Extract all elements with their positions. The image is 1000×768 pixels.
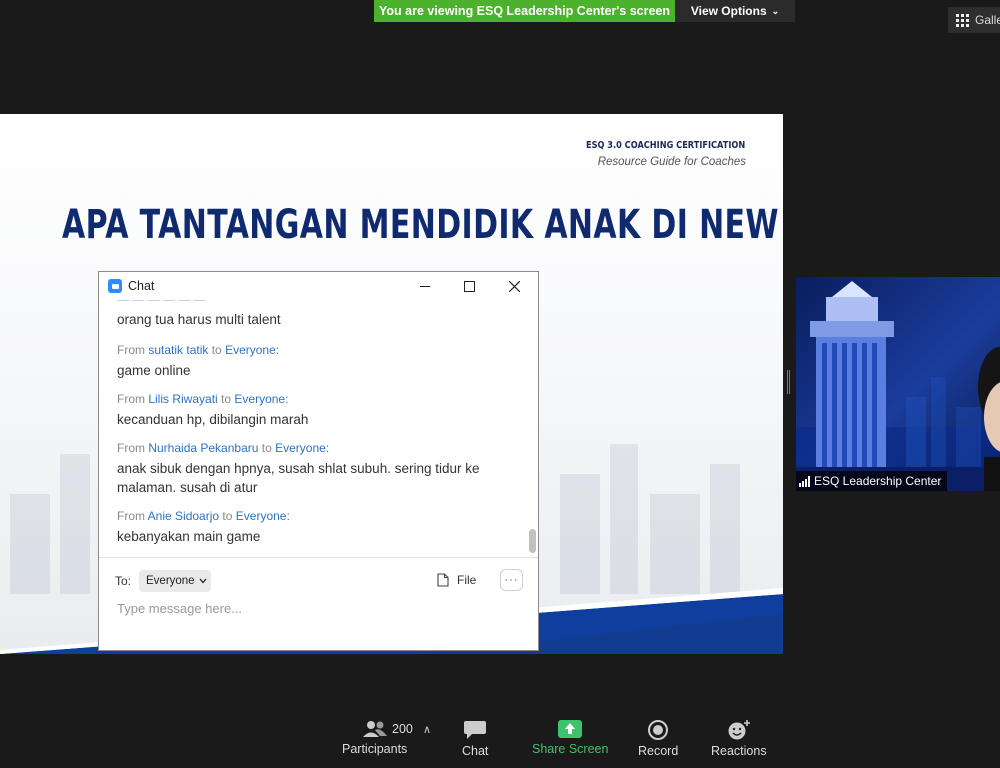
- chat-window[interactable]: Chat — — — — — — orang tua harus multi t…: [98, 271, 539, 651]
- message-recipient: Everyone:: [235, 509, 290, 523]
- chevron-down-icon: ⌄: [771, 5, 780, 16]
- view-options-button[interactable]: View Options ⌄: [675, 0, 795, 22]
- chat-divider: [99, 557, 538, 558]
- chat-message-text: kecanduan hp, dibilangin marah: [117, 412, 309, 427]
- message-sender: Nurhaida Pekanbaru: [148, 441, 259, 455]
- chevron-down-icon: [199, 578, 207, 584]
- signal-strength-icon: [799, 475, 810, 487]
- slide-title: APA TANTANGAN MENDIDIK ANAK DI NEW NORMA…: [62, 202, 783, 248]
- message-recipient: Everyone:: [234, 392, 289, 406]
- share-screen-icon: [558, 720, 583, 738]
- share-screen-label: Share Screen: [532, 742, 609, 756]
- slide-header-title: ESQ 3.0 COACHING CERTIFICATION: [585, 140, 745, 151]
- gallery-label: Galle: [975, 13, 1000, 27]
- chat-label: Chat: [462, 744, 489, 758]
- file-button-label: File: [457, 573, 477, 587]
- reactions-button[interactable]: Reactions: [711, 720, 767, 758]
- participant-name-tag: ESQ Leadership Center: [796, 471, 948, 491]
- recipient-select[interactable]: Everyone: [139, 570, 211, 592]
- chat-message: From sutatik tatik to Everyone: game onl…: [117, 343, 507, 380]
- more-icon: ···: [504, 574, 519, 586]
- message-sender: Anie Sidoarjo: [147, 509, 220, 523]
- participants-count: 200: [392, 722, 413, 736]
- chat-message: From Anie Sidoarjo to Everyone: kebanyak…: [117, 509, 507, 546]
- chat-message: From Lilis Riwayati to Everyone: kecandu…: [117, 392, 507, 429]
- participant-video-tile[interactable]: ESQ Leadership Center: [796, 277, 1000, 491]
- slide-header-subtitle: Resource Guide for Coaches: [597, 156, 746, 168]
- viewing-banner: You are viewing ESQ Leadership Center's …: [374, 0, 675, 22]
- zoom-logo-icon: [108, 279, 122, 293]
- chat-message-text: orang tua harus multi talent: [117, 312, 281, 327]
- file-icon: [437, 573, 449, 587]
- chat-message-header: From Lilis Riwayati to Everyone:: [117, 392, 507, 407]
- panel-resize-handle[interactable]: [787, 370, 790, 394]
- chat-message-text: anak sibuk dengan hpnya, susah shlat sub…: [117, 461, 480, 495]
- message-sender: sutatik tatik: [148, 343, 209, 357]
- minimize-button[interactable]: [402, 272, 447, 300]
- chat-titlebar[interactable]: Chat: [99, 272, 538, 300]
- to-label: To:: [115, 574, 132, 588]
- to-word: to: [261, 441, 272, 455]
- reactions-icon: [728, 720, 750, 740]
- chat-icon: [464, 721, 487, 739]
- participants-label: Participants: [342, 742, 408, 756]
- record-button[interactable]: Record: [638, 720, 678, 758]
- from-word: From: [117, 343, 145, 357]
- message-input[interactable]: [115, 600, 519, 617]
- record-label: Record: [638, 744, 679, 758]
- minimize-icon: [419, 285, 430, 287]
- grid-icon: [956, 13, 969, 27]
- chat-message-text: kebanyakan main game: [117, 529, 261, 544]
- clipped-sender-line: — — — — — —: [117, 300, 206, 301]
- close-icon: [509, 280, 520, 292]
- chat-scrollbar-thumb[interactable]: [529, 529, 536, 553]
- participant-name: ESQ Leadership Center: [814, 474, 942, 488]
- from-word: From: [117, 441, 145, 455]
- chevron-up-icon[interactable]: ∧: [423, 723, 431, 736]
- file-button[interactable]: File: [437, 573, 476, 587]
- to-word: to: [221, 392, 232, 406]
- more-options-button[interactable]: ···: [500, 569, 523, 591]
- maximize-icon: [464, 280, 475, 292]
- chat-window-title: Chat: [128, 279, 155, 293]
- message-recipient: Everyone:: [225, 343, 280, 357]
- chat-message-header: From Nurhaida Pekanbaru to Everyone:: [117, 441, 507, 456]
- chat-message: From Nurhaida Pekanbaru to Everyone: ana…: [117, 441, 507, 497]
- record-icon: [648, 720, 669, 740]
- from-word: From: [117, 509, 145, 523]
- to-word: to: [211, 343, 222, 357]
- gallery-view-button[interactable]: Galle: [948, 7, 1000, 33]
- from-word: From: [117, 392, 145, 406]
- reactions-label: Reactions: [711, 744, 767, 758]
- building-background-image: [796, 281, 1000, 491]
- recipient-select-value: Everyone: [146, 575, 195, 587]
- to-word: to: [222, 509, 233, 523]
- maximize-button[interactable]: [447, 272, 492, 300]
- participants-icon: [362, 721, 387, 737]
- chat-message-header: From Anie Sidoarjo to Everyone:: [117, 509, 507, 524]
- chat-message-text: game online: [117, 363, 191, 378]
- close-button[interactable]: [492, 272, 537, 300]
- chat-message-list[interactable]: — — — — — — orang tua harus multi talent…: [99, 300, 538, 557]
- chat-button[interactable]: Chat: [462, 720, 488, 758]
- share-screen-button[interactable]: Share Screen: [532, 720, 608, 756]
- chat-message-header: From sutatik tatik to Everyone:: [117, 343, 507, 358]
- view-options-label: View Options: [690, 4, 767, 18]
- message-sender: Lilis Riwayati: [148, 392, 218, 406]
- message-recipient: Everyone:: [275, 441, 330, 455]
